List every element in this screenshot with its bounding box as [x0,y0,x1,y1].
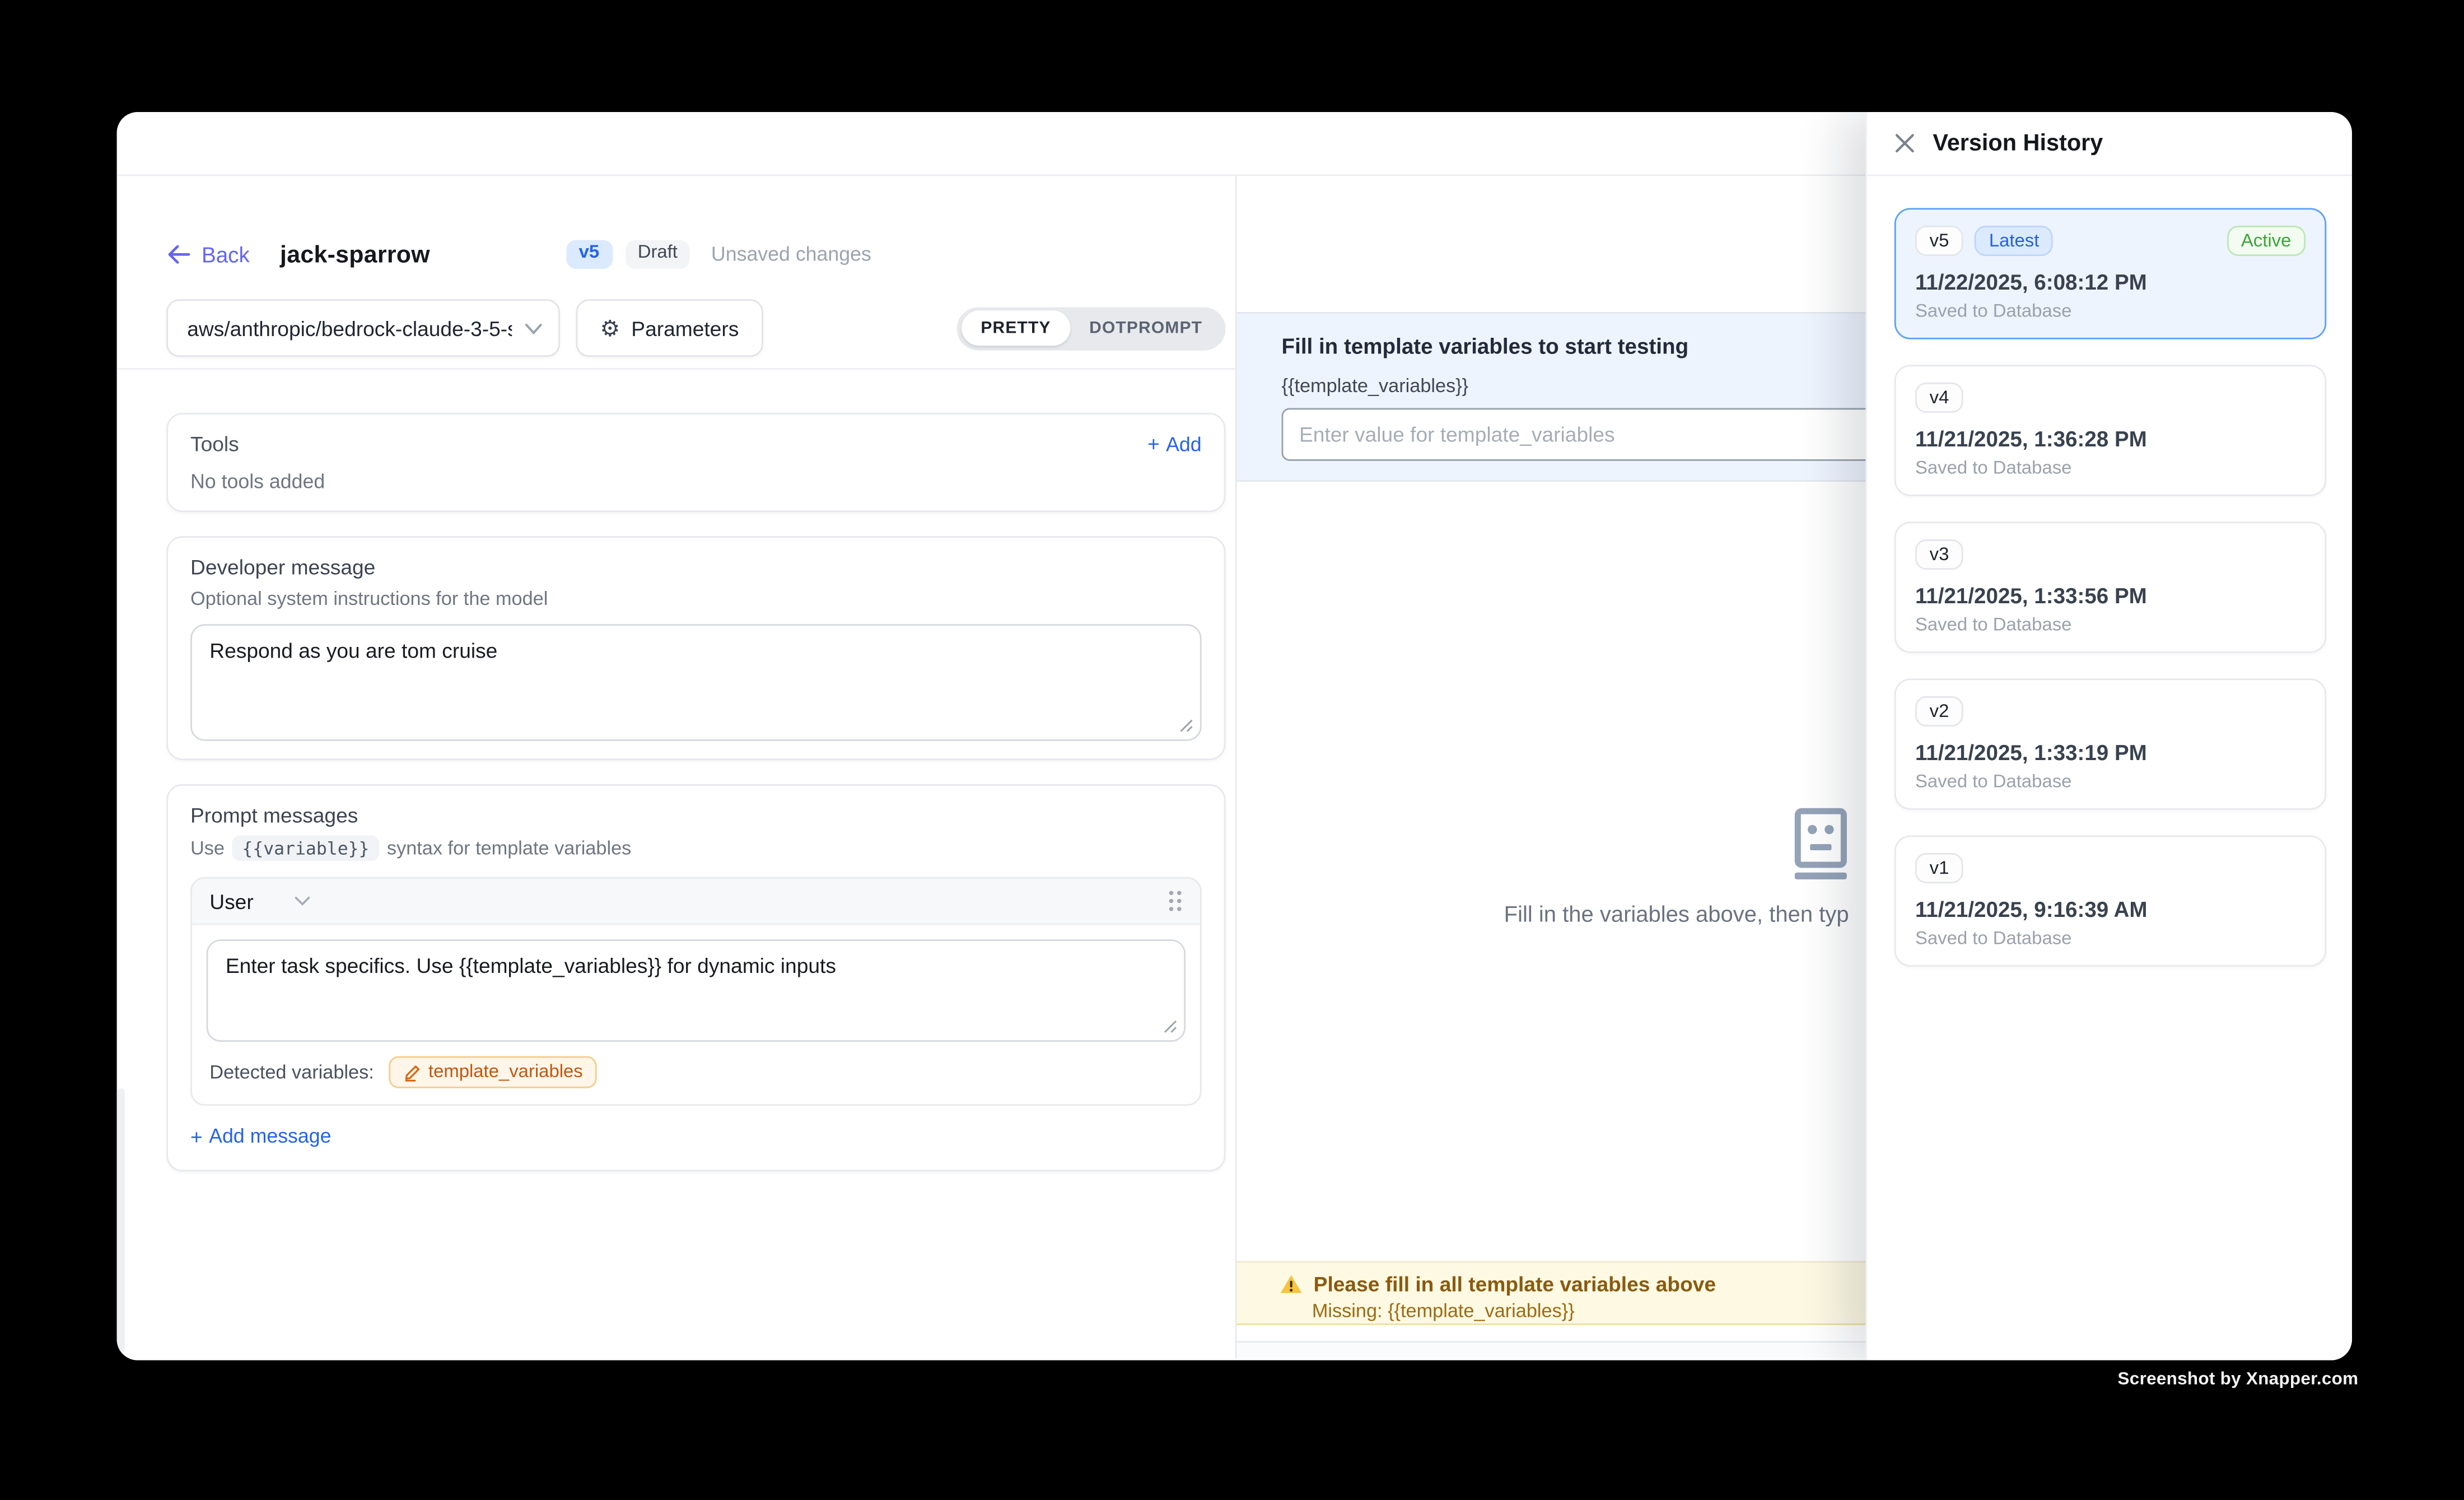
unsaved-changes-text: Unsaved changes [711,243,871,265]
page-title: jack-sparrow [280,241,430,268]
screenshot-stage: Back jack-sparrow v5 Draft Unsaved chang… [0,0,2464,1500]
version-number-badge: v4 [1915,383,1963,413]
message-block: User [190,877,1202,1106]
version-saved-text: Saved to Database [1915,930,2306,949]
empty-state-text: Fill in the variables above, then typ [1504,901,1849,927]
version-number-badge: v5 [1915,226,1963,256]
editor-column: Back jack-sparrow v5 Draft Unsaved chang… [117,176,1235,1358]
toggle-dotprompt[interactable]: DOTPROMPT [1070,310,1222,346]
warning-title: Please fill in all template variables ab… [1314,1272,1716,1296]
add-tool-button[interactable]: + Add [1147,433,1202,455]
back-arrow-icon [166,245,190,264]
active-badge: Active [2227,226,2306,256]
detected-variables-label: Detected variables: [209,1061,374,1083]
status-badge: Draft [625,240,690,269]
model-selector[interactable]: aws/anthropic/bedrock-claude-3-5-s... [166,299,560,357]
version-number-badge: v3 [1915,539,1963,570]
scrollbar[interactable] [117,1088,124,1352]
app-window: Back jack-sparrow v5 Draft Unsaved chang… [117,112,2352,1361]
prompt-subtitle-suffix: syntax for template variables [387,837,631,859]
tools-empty-text: No tools added [190,471,1202,493]
toggle-pretty[interactable]: PRETTY [962,310,1070,346]
breadcrumb-row: Back jack-sparrow v5 Draft Unsaved chang… [166,235,1235,274]
version-saved-text: Saved to Database [1915,773,2306,792]
plus-icon: + [1147,434,1160,454]
editor-cards: Tools + Add No tools added Developer mes… [117,370,1235,1171]
developer-message-title: Developer message [190,555,1202,579]
version-card-v3[interactable]: v3 11/21/2025, 1:33:56 PM Saved to Datab… [1894,521,2326,653]
variable-syntax-chip: {{variable}} [232,835,379,861]
version-date: 11/21/2025, 1:33:56 PM [1915,584,2306,608]
version-date: 11/21/2025, 1:33:19 PM [1915,741,2306,765]
tools-card: Tools + Add No tools added [166,413,1225,512]
chevron-down-icon [525,323,542,334]
toolbar: aws/anthropic/bedrock-claude-3-5-s... ⚙ … [117,299,1235,370]
back-label: Back [202,243,250,267]
role-name: User [209,889,253,913]
version-number-badge: v2 [1915,696,1963,726]
tools-title: Tools [190,432,239,456]
format-toggle: PRETTY DOTPROMPT [958,306,1226,350]
drag-handle-icon[interactable] [1168,890,1183,912]
model-selector-value: aws/anthropic/bedrock-claude-3-5-s... [187,316,512,340]
bot-icon [1784,807,1858,880]
developer-message-subtitle: Optional system instructions for the mod… [190,588,1202,610]
detected-variables-row: Detected variables: template_variables [192,1042,1200,1104]
close-icon[interactable] [1894,133,1915,153]
message-header: User [192,879,1200,925]
latest-badge: Latest [1975,226,2054,256]
version-date: 11/21/2025, 1:36:28 PM [1915,427,2306,451]
version-date: 11/21/2025, 9:16:39 AM [1915,898,2306,922]
version-card-v4[interactable]: v4 11/21/2025, 1:36:28 PM Saved to Datab… [1894,365,2326,496]
message-content-input[interactable]: Enter task specifics. Use {{template_var… [207,939,1186,1042]
parameters-button[interactable]: ⚙ Parameters [576,299,763,357]
chevron-down-icon [295,896,311,906]
detected-variable-name: template_variables [428,1063,583,1082]
version-number-badge: v1 [1915,853,1963,883]
role-selector[interactable]: User [209,889,311,913]
version-date: 11/22/2025, 6:08:12 PM [1915,271,2306,295]
plus-icon: + [190,1126,203,1147]
detected-variable-chip[interactable]: template_variables [389,1056,598,1088]
add-tool-label: Add [1166,433,1202,455]
version-saved-text: Saved to Database [1915,616,2306,635]
developer-message-input[interactable]: Respond as you are tom cruise [190,624,1202,741]
version-badge: v5 [566,240,612,269]
gear-icon: ⚙ [600,317,620,339]
back-button[interactable]: Back [166,243,250,267]
version-history-panel: Version History v5 Latest Active 11/22/2… [1865,112,2352,1361]
version-card-v1[interactable]: v1 11/21/2025, 9:16:39 AM Saved to Datab… [1894,835,2326,966]
pencil-icon [403,1064,420,1081]
warning-icon [1280,1274,1303,1294]
parameters-label: Parameters [631,316,739,340]
version-history-title: Version History [1933,131,2103,156]
version-card-v2[interactable]: v2 11/21/2025, 1:33:19 PM Saved to Datab… [1894,678,2326,809]
version-list: v5 Latest Active 11/22/2025, 6:08:12 PM … [1867,176,2352,966]
version-history-header: Version History [1867,112,2352,176]
version-card-v5[interactable]: v5 Latest Active 11/22/2025, 6:08:12 PM … [1894,208,2326,339]
add-message-button[interactable]: + Add message [190,1125,332,1148]
watermark-text: Screenshot by Xnapper.com [2118,1370,2359,1389]
prompt-messages-card: Prompt messages Use {{variable}} syntax … [166,784,1225,1171]
prompt-subtitle-prefix: Use [190,837,225,859]
developer-message-card: Developer message Optional system instru… [166,536,1225,760]
version-saved-text: Saved to Database [1915,302,2306,322]
version-saved-text: Saved to Database [1915,459,2306,478]
prompt-messages-title: Prompt messages [190,803,1202,827]
add-message-label: Add message [209,1125,331,1148]
